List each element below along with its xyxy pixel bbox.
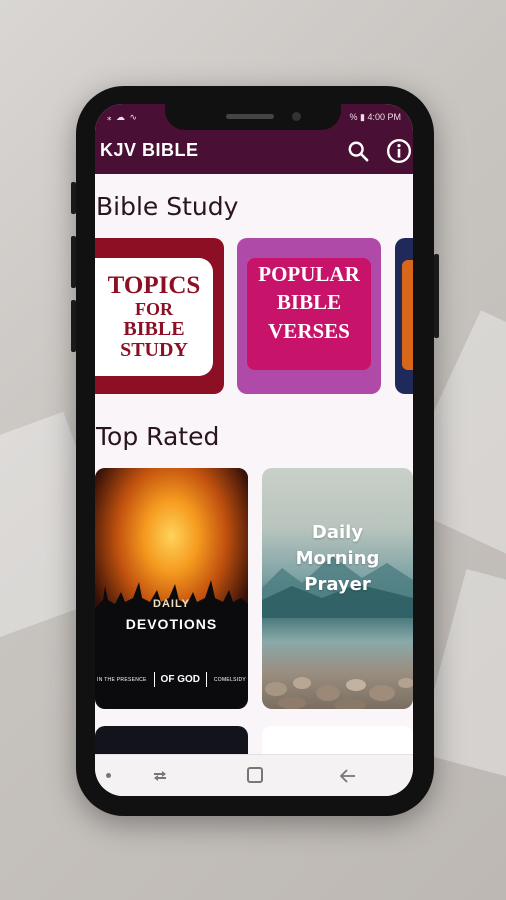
card-footer: IN THE PRESENCE OF GOD COMELSIDY xyxy=(95,672,248,687)
dot-icon xyxy=(106,773,111,778)
phone-screen: ⁎ ☁ ∿ % ▮ 4:00 PM KJV BIBLE Bible Study … xyxy=(95,104,413,796)
phone-side-button xyxy=(71,300,76,352)
rocks-image xyxy=(265,677,413,709)
search-icon[interactable] xyxy=(347,140,369,162)
card-line: FOR xyxy=(135,298,173,319)
back-icon[interactable] xyxy=(339,767,357,785)
card-line: BIBLE xyxy=(123,317,185,340)
phone-speaker xyxy=(226,114,274,119)
card-daily-morning-prayer[interactable]: Daily Morning Prayer xyxy=(262,468,413,709)
info-icon[interactable] xyxy=(386,138,412,164)
status-bar-left: ⁎ ☁ ∿ xyxy=(107,112,139,122)
section-title-bible-study: Bible Study xyxy=(96,192,239,221)
home-icon[interactable] xyxy=(247,767,263,783)
front-camera xyxy=(292,112,301,121)
card-title: Daily Morning Prayer xyxy=(262,520,413,598)
card-kicker: DAILY xyxy=(153,598,190,610)
footer-right-text: COMELSIDY xyxy=(213,676,246,683)
card-line: BIBLE xyxy=(276,290,342,315)
card-topics-for-bible-study[interactable]: TOPICS FOR BIBLE STUDY xyxy=(95,238,224,394)
card-line: VERSES xyxy=(268,318,350,343)
card-partial-next[interactable] xyxy=(395,238,413,394)
system-nav-bar xyxy=(95,754,413,796)
section-title-top-rated: Top Rated xyxy=(96,422,220,451)
card-line: STUDY xyxy=(120,338,188,361)
phone-side-button xyxy=(71,236,76,288)
card-daily-devotions[interactable]: DAILY DEVOTIONS IN THE PRESENCE OF GOD C… xyxy=(95,468,248,709)
card-line: Daily xyxy=(311,522,364,543)
card-popular-bible-verses[interactable]: POPULAR BIBLE VERSES xyxy=(237,238,381,394)
phone-power-button xyxy=(434,254,439,338)
footer-mid-text: OF GOD xyxy=(153,672,207,687)
card-line: Morning xyxy=(295,548,380,570)
card-line: TOPICS xyxy=(107,272,201,300)
card-line: POPULAR xyxy=(258,262,360,286)
app-title: KJV BIBLE xyxy=(100,140,199,160)
card-title: DEVOTIONS xyxy=(125,616,218,632)
footer-left-text: IN THE PRESENCE xyxy=(97,676,147,683)
status-bar-right: % ▮ 4:00 PM xyxy=(349,112,401,122)
recent-apps-icon[interactable] xyxy=(151,767,169,785)
card-stripe xyxy=(402,260,413,370)
card-line: Prayer xyxy=(304,574,371,596)
phone-side-button xyxy=(71,182,76,214)
